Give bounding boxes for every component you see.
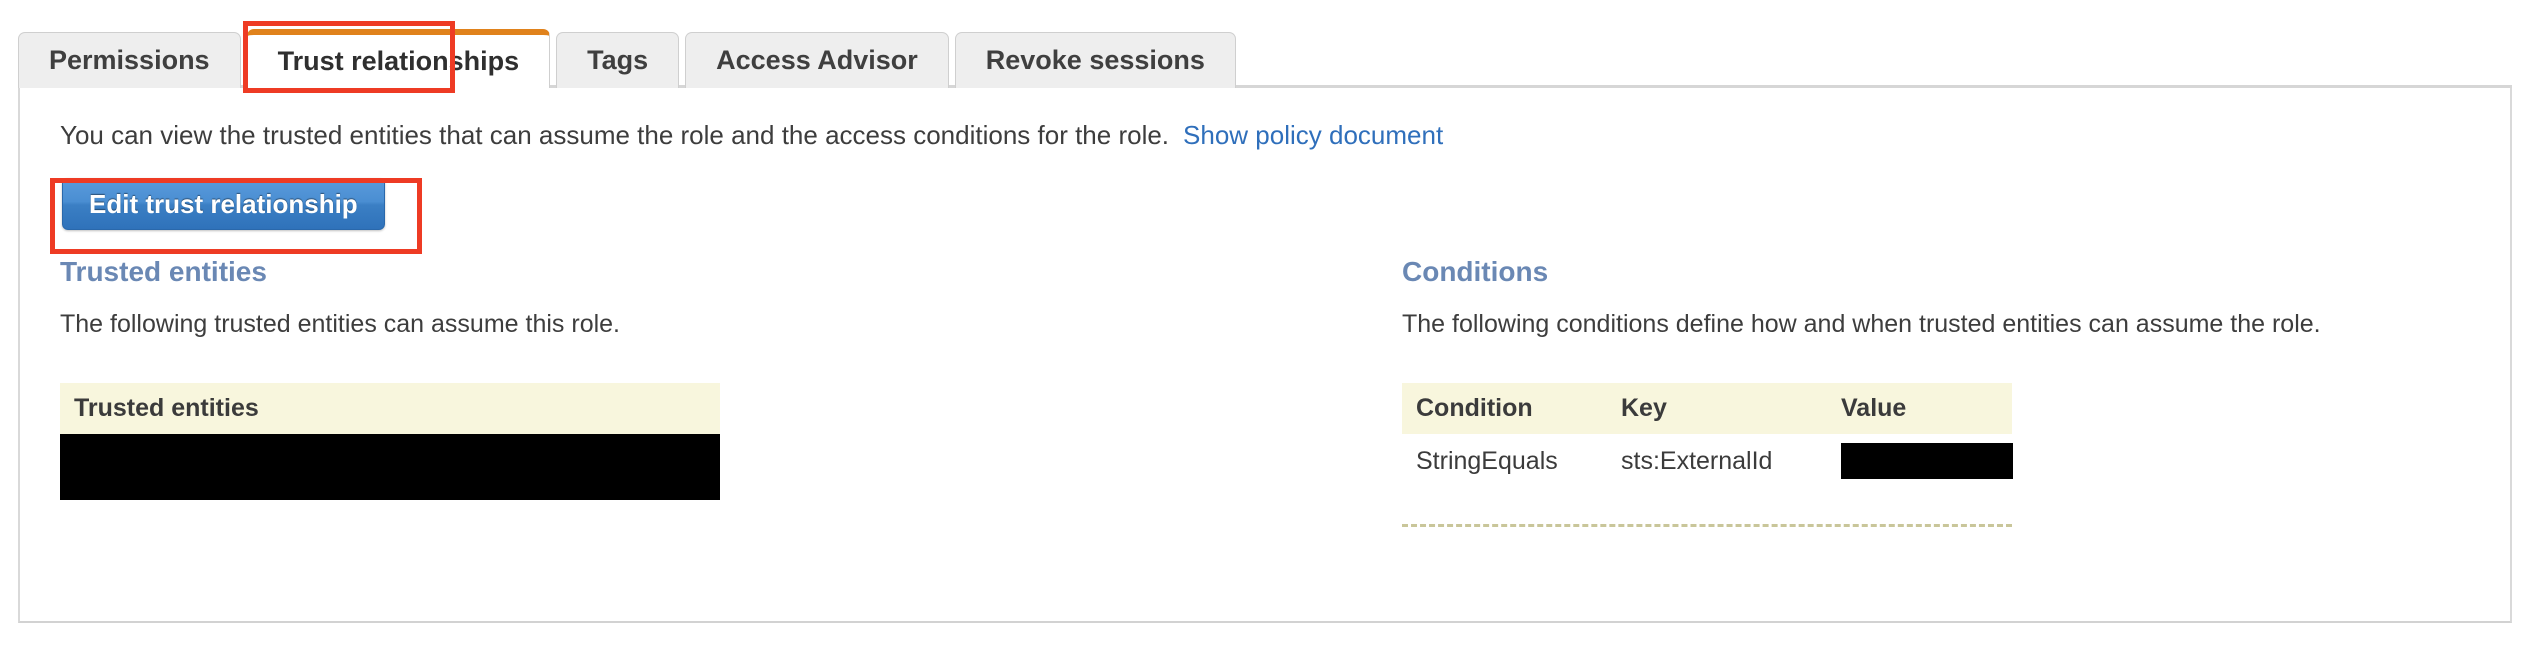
tab-permissions[interactable]: Permissions	[18, 32, 241, 88]
redaction-block	[60, 434, 720, 500]
table-row: StringEquals sts:ExternalId	[1402, 434, 2013, 488]
trusted-entity-value-cell	[60, 434, 720, 500]
tab-access-advisor[interactable]: Access Advisor	[685, 32, 949, 88]
conditions-table: Condition Key Value StringEquals sts:Ext…	[1402, 383, 2013, 488]
tab-content-panel: You can view the trusted entities that c…	[18, 88, 2512, 623]
tab-access-advisor-label: Access Advisor	[716, 45, 918, 75]
tab-trust-relationships[interactable]: Trust relationships	[246, 29, 551, 88]
table-header-row: Condition Key Value	[1402, 383, 2012, 434]
trusted-entities-table: Trusted entities	[60, 383, 720, 500]
tab-revoke-sessions[interactable]: Revoke sessions	[954, 32, 1236, 88]
conditions-description: The following conditions define how and …	[1402, 310, 2321, 338]
table-row	[60, 434, 720, 500]
conditions-section: Conditions The following conditions defi…	[1402, 256, 2472, 527]
trust-relationships-page: Permissions Trust relationships Tags Acc…	[0, 0, 2530, 656]
tab-trust-relationships-label: Trust relationships	[277, 46, 520, 76]
trusted-entities-column-header: Trusted entities	[60, 383, 720, 434]
trusted-entities-section: Trusted entities The following trusted e…	[60, 256, 1380, 500]
condition-cell: StringEquals	[1416, 446, 1558, 475]
conditions-column-header-condition: Condition	[1402, 383, 1607, 434]
tab-revoke-sessions-label: Revoke sessions	[985, 45, 1205, 75]
tab-permissions-label: Permissions	[49, 45, 210, 75]
conditions-divider	[1402, 524, 2012, 527]
redaction-block	[1841, 443, 2013, 479]
role-detail-tabs: Permissions Trust relationships Tags Acc…	[18, 26, 2512, 88]
edit-trust-relationship-label: Edit trust relationship	[89, 188, 358, 219]
conditions-column-header-value: Value	[1827, 383, 2012, 434]
conditions-heading: Conditions	[1402, 256, 1549, 287]
show-policy-document-link[interactable]: Show policy document	[1183, 120, 1443, 150]
tab-tags[interactable]: Tags	[556, 32, 680, 88]
page-lead-text: You can view the trusted entities that c…	[60, 120, 1443, 151]
table-header-row: Trusted entities	[60, 383, 720, 434]
conditions-column-header-key: Key	[1607, 383, 1827, 434]
condition-key-cell: sts:ExternalId	[1621, 446, 1773, 475]
trusted-entities-heading: Trusted entities	[60, 256, 267, 287]
condition-value-cell	[1827, 434, 2013, 488]
lead-description: You can view the trusted entities that c…	[60, 120, 1170, 150]
trusted-entities-description: The following trusted entities can assum…	[60, 310, 620, 338]
tab-tags-label: Tags	[587, 45, 649, 75]
edit-trust-relationship-button[interactable]: Edit trust relationship	[62, 178, 385, 230]
